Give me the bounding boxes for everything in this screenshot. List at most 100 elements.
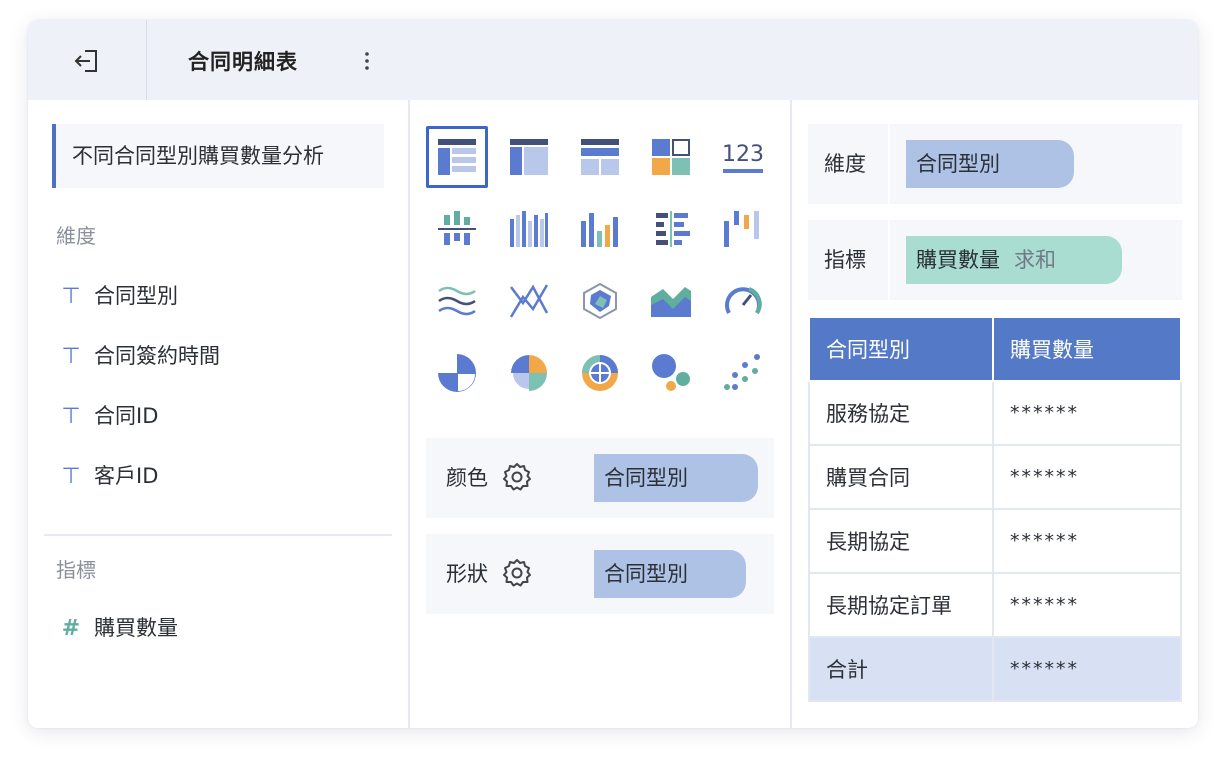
field-label: 客戶ID — [94, 464, 159, 488]
table-header-row: 合同型別 購買數量 — [808, 316, 1182, 382]
table-total-row: 合計 ****** — [808, 636, 1182, 702]
radar-icon — [583, 282, 617, 320]
chart-type-cross-table[interactable] — [498, 126, 560, 188]
page-title: 合同明細表 — [188, 50, 298, 74]
stacked-bar-icon — [438, 211, 476, 245]
rose-pie-icon — [511, 355, 547, 391]
field-purchase-quantity[interactable]: # 購買數量 — [58, 612, 178, 642]
field-customer-id[interactable]: ⊤ 客戶ID — [58, 460, 158, 490]
chart-type-area[interactable] — [640, 270, 702, 332]
chart-type-pie[interactable] — [426, 342, 488, 404]
chart-type-layout[interactable] — [640, 126, 702, 188]
field-label: 合同ID — [94, 404, 159, 428]
text-type-icon: ⊤ — [61, 464, 81, 489]
metric-section-title: 指標 — [56, 558, 96, 582]
gauge-icon — [725, 287, 762, 315]
chart-name-field[interactable]: 不同合同型別購買數量分析 — [52, 124, 384, 188]
table-row: 服務協定 ****** — [808, 380, 1182, 446]
divider — [146, 20, 147, 100]
field-contract-id[interactable]: ⊤ 合同ID — [58, 400, 158, 430]
number-card-text: 123 — [722, 142, 764, 167]
preview-table: 合同型別 購買數量 服務協定 ****** 購買合同 ****** 長期協定 *… — [808, 316, 1182, 702]
detail-table-icon — [581, 139, 619, 175]
chart-type-table[interactable] — [426, 126, 488, 188]
column-header[interactable]: 合同型別 — [808, 316, 994, 382]
dimension-field-pill[interactable]: 合同型別 — [906, 140, 1074, 188]
divider — [888, 124, 890, 204]
cross-table-icon — [510, 139, 548, 175]
color-field-pill[interactable]: 合同型別 — [594, 454, 758, 502]
scatter-icon — [724, 354, 760, 390]
shape-field-pill[interactable]: 合同型別 — [594, 550, 746, 598]
column-icon — [581, 213, 618, 247]
number-card-icon: 123 — [722, 142, 764, 173]
chart-type-sunburst[interactable] — [569, 342, 631, 404]
table-cell: ****** — [992, 508, 1182, 574]
chart-type-gauge[interactable] — [712, 270, 774, 332]
chart-type-stacked-bar[interactable] — [426, 198, 488, 260]
gear-icon[interactable] — [502, 462, 532, 492]
exit-icon[interactable] — [72, 46, 102, 76]
field-label: 購買數量 — [94, 616, 178, 640]
divider — [888, 220, 890, 300]
table-cell: 購買合同 — [808, 444, 994, 510]
sunburst-icon — [582, 355, 618, 391]
table-row: 購買合同 ****** — [808, 444, 1182, 510]
metric-field-name: 購買數量 — [916, 248, 1000, 272]
chart-type-scatter[interactable] — [712, 342, 774, 404]
area-icon — [651, 287, 691, 317]
pie-icon — [438, 354, 476, 392]
chart-type-horizontal-bar[interactable] — [640, 198, 702, 260]
divider — [408, 100, 410, 728]
table-cell: ****** — [992, 636, 1182, 702]
chart-type-line[interactable] — [498, 270, 560, 332]
waterfall-icon — [724, 211, 759, 247]
table-row: 長期協定訂單 ****** — [808, 572, 1182, 638]
metric-field-pill[interactable]: 購買數量 求和 — [906, 236, 1122, 284]
line-icon — [509, 284, 549, 318]
dimension-label: 維度 — [824, 152, 866, 176]
gear-icon[interactable] — [502, 558, 532, 588]
field-label: 合同簽約時間 — [94, 344, 220, 368]
divider — [44, 534, 392, 536]
chart-type-detail-table[interactable] — [569, 126, 631, 188]
field-contract-sign-time[interactable]: ⊤ 合同簽約時間 — [58, 340, 220, 370]
table-row: 長期協定 ****** — [808, 508, 1182, 574]
bubble-icon — [652, 354, 690, 391]
chart-type-line-wave[interactable] — [426, 270, 488, 332]
top-bar: 合同明細表 — [28, 20, 1198, 100]
chart-type-number-card[interactable]: 123 — [712, 126, 774, 188]
text-type-icon: ⊤ — [61, 404, 81, 429]
text-type-icon: ⊤ — [61, 344, 81, 369]
chart-type-bubble[interactable] — [640, 342, 702, 404]
table-cell: ****** — [992, 444, 1182, 510]
chart-type-column[interactable] — [569, 198, 631, 260]
chart-type-grouped-bar[interactable] — [498, 198, 560, 260]
table-cell: 長期協定訂單 — [808, 572, 994, 638]
line-wave-icon — [438, 286, 476, 316]
color-mapping-row: 颜色 合同型別 — [426, 438, 774, 518]
text-type-icon: ⊤ — [61, 284, 81, 309]
chart-type-radar[interactable] — [569, 270, 631, 332]
table-cell: 服務協定 — [808, 380, 994, 446]
table-cell: ****** — [992, 572, 1182, 638]
layout-icon — [652, 139, 690, 175]
divider — [790, 100, 792, 728]
table-icon — [438, 139, 476, 175]
shape-label: 形狀 — [446, 562, 488, 586]
more-options-icon[interactable] — [358, 48, 376, 74]
chart-type-waterfall[interactable] — [712, 198, 774, 260]
chart-editor-window: 合同明細表 不同合同型別購買數量分析 維度 ⊤ 合同型別 ⊤ 合同簽約時間 ⊤ 合同I… — [28, 20, 1198, 728]
field-contract-type[interactable]: ⊤ 合同型別 — [58, 280, 178, 310]
column-header[interactable]: 購買數量 — [992, 316, 1182, 382]
table-cell: ****** — [992, 380, 1182, 446]
chart-type-rose-pie[interactable] — [498, 342, 560, 404]
color-label: 颜色 — [446, 466, 488, 490]
dimension-config-row: 維度 合同型別 — [808, 124, 1182, 204]
shape-mapping-row: 形狀 合同型別 — [426, 534, 774, 614]
aggregation-label: 求和 — [1014, 248, 1056, 272]
dimension-section-title: 維度 — [56, 224, 96, 248]
horizontal-bar-icon — [656, 211, 690, 247]
table-cell: 合計 — [808, 636, 994, 702]
grouped-bar-icon — [510, 211, 548, 247]
